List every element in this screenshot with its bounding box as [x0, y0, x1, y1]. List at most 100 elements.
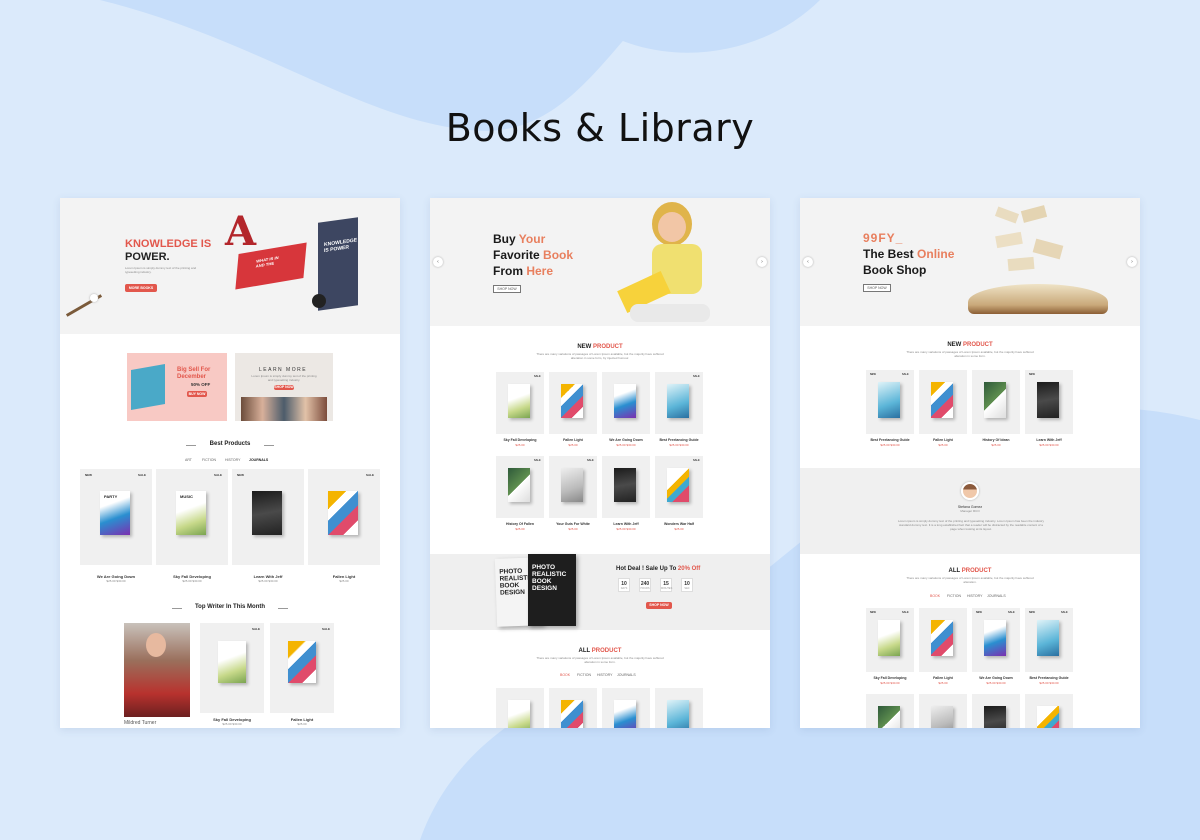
next-arrow-icon[interactable]: ›: [1127, 257, 1137, 267]
product-card[interactable]: NEW: [1025, 370, 1073, 434]
tab-art[interactable]: ART: [185, 458, 192, 462]
new-tag: NEW: [237, 473, 244, 477]
book-cover: [561, 468, 583, 502]
product-card[interactable]: [1025, 694, 1073, 728]
product-name[interactable]: Best Freelancing Guide: [866, 438, 914, 442]
shop-now-button[interactable]: SHOP NOW: [863, 284, 891, 292]
product-card[interactable]: NEW SALE: [866, 608, 914, 672]
promo-line1: Big Sell For: [177, 367, 211, 373]
tab-journals[interactable]: JOURNALS: [617, 673, 636, 677]
shop-now-button[interactable]: SHOP NOW: [493, 285, 521, 293]
product-card[interactable]: [866, 694, 914, 728]
product-card[interactable]: SALE: [496, 372, 544, 434]
product-card[interactable]: NEW SALE: [866, 370, 914, 434]
tab-fiction[interactable]: FICTION: [947, 594, 961, 598]
tab-fiction[interactable]: FICTION: [577, 673, 591, 677]
product-price: $25.00: [339, 579, 349, 583]
product-card[interactable]: NEW: [232, 469, 304, 565]
product-name[interactable]: Learn With Jeff: [1025, 438, 1073, 442]
product-name[interactable]: Sky Fall Developing: [866, 676, 914, 680]
heading-text: PRODUCT: [593, 344, 623, 350]
product-card[interactable]: [602, 456, 650, 518]
deal-shop-now-button[interactable]: SHOP NOW: [646, 602, 672, 609]
product-name[interactable]: Best Freelancing Guide: [655, 438, 703, 442]
tab-history[interactable]: HISTORY: [967, 594, 982, 598]
writer-book-card[interactable]: SALE: [270, 623, 334, 713]
product-price: $25.00: [568, 527, 578, 531]
new-tag: NEW: [976, 611, 982, 614]
product-price: $25.00 $30.00: [616, 527, 636, 531]
sale-tag: SALE: [693, 459, 700, 462]
prev-arrow-icon[interactable]: ‹: [433, 257, 443, 267]
template-preview-1[interactable]: KNOWLEDGE IS POWER. Lorem Ipsum is simpl…: [60, 198, 400, 728]
tab-history[interactable]: HISTORY: [225, 458, 240, 462]
product-name[interactable]: Learn With Jeff: [602, 522, 650, 526]
product-name[interactable]: Fallen Light: [549, 438, 597, 442]
new-tag: NEW: [1029, 373, 1035, 376]
tab-journals[interactable]: JOURNALS: [987, 594, 1006, 598]
writer-book-card[interactable]: SALE: [200, 623, 264, 713]
product-card[interactable]: SALE: [496, 456, 544, 518]
product-name[interactable]: Your Guts For White: [549, 522, 597, 526]
buy-now-button[interactable]: BUY NOW: [187, 391, 207, 397]
tab-journals[interactable]: JOURNALS: [249, 458, 268, 462]
promo-banner-sale[interactable]: Big Sell For December 50% OFF BUY NOW: [127, 353, 227, 421]
hero-headline-2: POWER.: [125, 251, 170, 263]
product-card[interactable]: [496, 688, 544, 728]
product-card[interactable]: [919, 370, 967, 434]
product-name[interactable]: History Of Fallen: [496, 522, 544, 526]
countdown-label: MINUTES: [661, 587, 673, 590]
product-name[interactable]: Best Freelancing Guide: [1025, 676, 1073, 680]
product-card[interactable]: SALE: [655, 372, 703, 434]
product-name[interactable]: Fallen Light: [919, 438, 967, 442]
product-card[interactable]: SALE: [655, 456, 703, 518]
book-cover: [878, 706, 900, 728]
product-card[interactable]: SALE: [549, 456, 597, 518]
product-card[interactable]: [655, 688, 703, 728]
product-name[interactable]: History Of Idean: [972, 438, 1020, 442]
tab-fiction[interactable]: FICTION: [202, 458, 216, 462]
product-card[interactable]: [549, 688, 597, 728]
page-title: Books & Library: [445, 106, 755, 150]
product-card[interactable]: [972, 370, 1020, 434]
tab-book[interactable]: BOOK: [930, 594, 940, 598]
flying-page: [1032, 238, 1064, 260]
product-card[interactable]: [549, 372, 597, 434]
product-name[interactable]: Sky Fall Developing: [496, 438, 544, 442]
product-card[interactable]: [919, 694, 967, 728]
product-card[interactable]: [602, 372, 650, 434]
product-price: $25.00 $30.00: [1039, 443, 1059, 447]
writer-photo: [124, 623, 190, 717]
product-name[interactable]: We Are Going Down: [972, 676, 1020, 680]
product-card[interactable]: [972, 694, 1020, 728]
tab-history[interactable]: HISTORY: [597, 673, 612, 677]
product-name[interactable]: Wonders War Half: [655, 522, 703, 526]
cotton-flower: [90, 294, 98, 302]
shop-now-button[interactable]: SHOP NOW: [274, 385, 294, 390]
promo-banner-learn[interactable]: LEARN MORE Lorem Ipsum is simply dummy t…: [235, 353, 333, 421]
product-card[interactable]: SALE MUSIC: [156, 469, 228, 565]
tab-book[interactable]: BOOK: [560, 673, 570, 677]
product-card[interactable]: SALE: [308, 469, 380, 565]
product-card[interactable]: NEW SALE: [972, 608, 1020, 672]
book-cover: [878, 382, 900, 418]
product-card[interactable]: [602, 688, 650, 728]
template-preview-3[interactable]: ‹ › 99FY_ The Best Online Book Shop SHOP…: [800, 198, 1140, 728]
template-preview-2[interactable]: ‹ › Buy Your Favorite Book From Here SHO…: [430, 198, 770, 728]
more-books-button[interactable]: MORE BOOKS: [125, 284, 157, 292]
heading-text: NEW: [577, 344, 592, 350]
cover-title: MUSIC: [180, 494, 193, 499]
sale-tag: SALE: [1061, 611, 1068, 614]
product-card[interactable]: [919, 608, 967, 672]
product-card[interactable]: NEW SALE: [1025, 608, 1073, 672]
prev-arrow-icon[interactable]: ‹: [803, 257, 813, 267]
product-name[interactable]: We Are Going Down: [602, 438, 650, 442]
book-cover: [614, 384, 636, 418]
book-cover: [1037, 382, 1059, 418]
flying-page: [1007, 256, 1035, 272]
product-name[interactable]: Fallen Light: [919, 676, 967, 680]
next-arrow-icon[interactable]: ›: [757, 257, 767, 267]
product-card[interactable]: NEW SALE PARTY: [80, 469, 152, 565]
hero-banner: ‹ › 99FY_ The Best Online Book Shop SHOP…: [800, 198, 1140, 326]
book-cover: [931, 620, 953, 656]
